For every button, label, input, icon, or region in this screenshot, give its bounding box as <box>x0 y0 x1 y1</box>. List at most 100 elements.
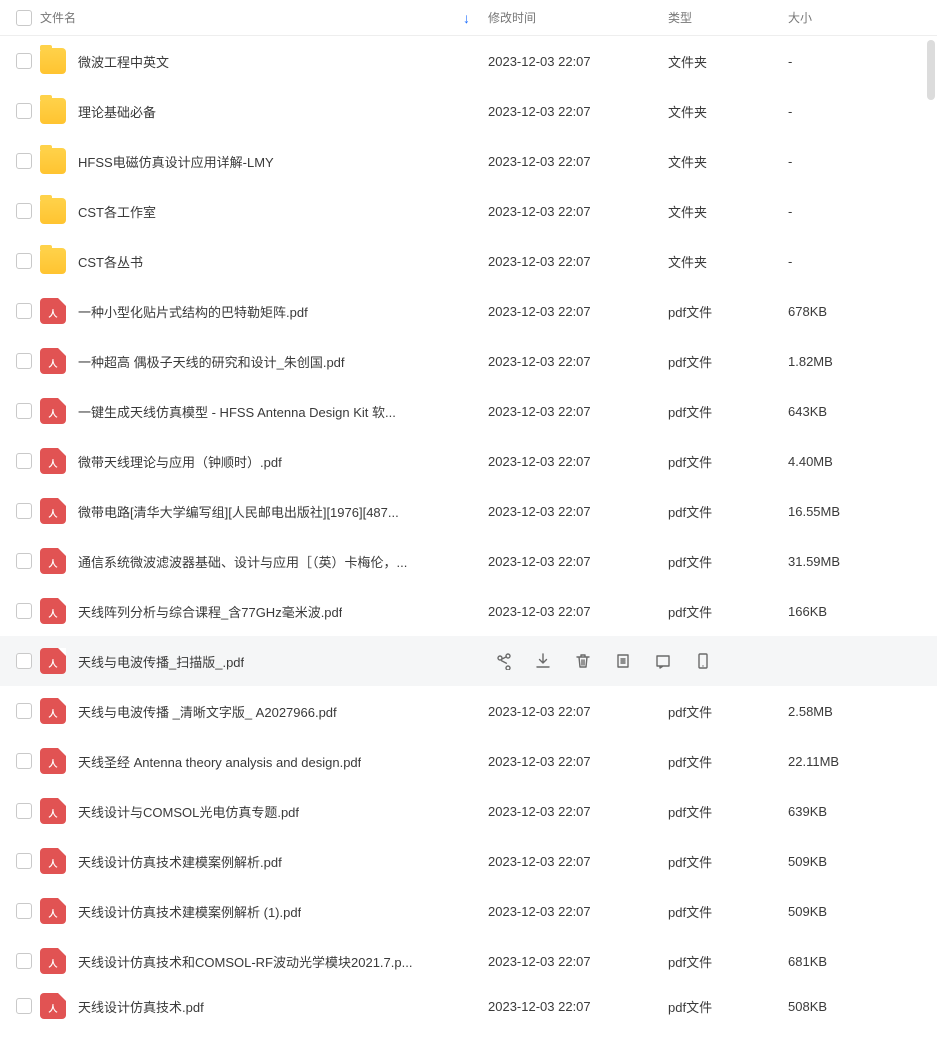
file-name[interactable]: 通信系统微波滤波器基础、设计与应用［（英）卡梅伦，... <box>78 552 407 571</box>
row-modified: 2023-12-03 22:07 <box>488 554 668 569</box>
file-name[interactable]: 天线设计仿真技术和COMSOL-RF波动光学模块2021.7.p... <box>78 952 412 971</box>
row-checkbox[interactable] <box>16 953 32 969</box>
row-modified: 2023-12-03 22:07 <box>488 804 668 819</box>
file-name[interactable]: 天线圣经 Antenna theory analysis and design.… <box>78 752 361 771</box>
file-name[interactable]: 微带电路[清华大学编写组][人民邮电出版社][1976][487... <box>78 502 399 521</box>
row-modified: 2023-12-03 22:07 <box>488 854 668 869</box>
pdf-glyph: 人 <box>48 507 57 520</box>
row-checkbox[interactable] <box>16 503 32 519</box>
table-row[interactable]: 人天线设计仿真技术建模案例解析.pdf2023-12-03 22:07pdf文件… <box>0 836 937 886</box>
file-name[interactable]: HFSS电磁仿真设计应用详解-LMY <box>78 152 274 171</box>
file-name[interactable]: 天线设计仿真技术.pdf <box>78 997 204 1016</box>
row-checkbox[interactable] <box>16 998 32 1014</box>
row-type: pdf文件 <box>668 902 788 921</box>
table-row[interactable]: 微波工程中英文2023-12-03 22:07文件夹- <box>0 36 937 86</box>
table-row[interactable]: 人天线阵列分析与综合课程_含77GHz毫米波.pdf2023-12-03 22:… <box>0 586 937 636</box>
header-name[interactable]: 文件名 ↓ <box>40 9 488 26</box>
row-size: 31.59MB <box>788 554 908 569</box>
file-name[interactable]: 天线与电波传播 _清晰文字版_ A2027966.pdf <box>78 702 337 721</box>
table-row[interactable]: HFSS电磁仿真设计应用详解-LMY2023-12-03 22:07文件夹- <box>0 136 937 186</box>
file-name[interactable]: CST各工作室 <box>78 202 156 221</box>
row-name-cell: 理论基础必备 <box>40 98 488 124</box>
table-row[interactable]: 人天线设计仿真技术建模案例解析 (1).pdf2023-12-03 22:07p… <box>0 886 937 936</box>
row-checkbox-cell <box>8 253 40 269</box>
pdf-glyph: 人 <box>48 357 57 370</box>
delete-icon[interactable] <box>574 652 592 670</box>
row-checkbox[interactable] <box>16 153 32 169</box>
table-row[interactable]: 人天线设计仿真技术.pdf2023-12-03 22:07pdf文件508KB <box>0 986 937 1026</box>
table-row[interactable]: 人微带天线理论与应用（钟顺时）.pdf2023-12-03 22:07pdf文件… <box>0 436 937 486</box>
table-row[interactable]: 人天线与电波传播 _清晰文字版_ A2027966.pdf2023-12-03 … <box>0 686 937 736</box>
file-name[interactable]: 天线设计与COMSOL光电仿真专题.pdf <box>78 802 299 821</box>
pdf-icon: 人 <box>40 648 66 674</box>
row-checkbox[interactable] <box>16 203 32 219</box>
select-all-checkbox[interactable] <box>16 10 32 26</box>
note-icon[interactable] <box>654 652 672 670</box>
share-icon[interactable] <box>494 652 512 670</box>
row-type: 文件夹 <box>668 202 788 221</box>
table-row[interactable]: 人微带电路[清华大学编写组][人民邮电出版社][1976][487...2023… <box>0 486 937 536</box>
pdf-icon: 人 <box>40 548 66 574</box>
row-checkbox[interactable] <box>16 603 32 619</box>
row-checkbox[interactable] <box>16 903 32 919</box>
table-row[interactable]: 人天线圣经 Antenna theory analysis and design… <box>0 736 937 786</box>
file-name[interactable]: 一种超高 偶极子天线的研究和设计_朱创国.pdf <box>78 352 345 371</box>
file-name[interactable]: 一键生成天线仿真模型 - HFSS Antenna Design Kit 软..… <box>78 402 396 421</box>
pdf-glyph: 人 <box>48 457 57 470</box>
file-name[interactable]: 天线设计仿真技术建模案例解析 (1).pdf <box>78 902 301 921</box>
row-checkbox[interactable] <box>16 303 32 319</box>
row-name-cell: 人天线设计仿真技术建模案例解析 (1).pdf <box>40 898 488 924</box>
file-name[interactable]: 一种小型化贴片式结构的巴特勒矩阵.pdf <box>78 302 308 321</box>
row-checkbox[interactable] <box>16 253 32 269</box>
table-row[interactable]: CST各工作室2023-12-03 22:07文件夹- <box>0 186 937 236</box>
pdf-glyph: 人 <box>48 957 57 970</box>
row-modified: 2023-12-03 22:07 <box>488 204 668 219</box>
file-name[interactable]: 微带天线理论与应用（钟顺时）.pdf <box>78 452 282 471</box>
row-name-cell: 人 微带天线理论与应用（钟顺时）.pdf <box>40 448 488 474</box>
sort-arrow-icon[interactable]: ↓ <box>463 10 470 26</box>
row-checkbox[interactable] <box>16 653 32 669</box>
table-row[interactable]: 人一键生成天线仿真模型 - HFSS Antenna Design Kit 软.… <box>0 386 937 436</box>
header-size-label: 大小 <box>788 9 812 26</box>
table-row[interactable]: 理论基础必备2023-12-03 22:07文件夹- <box>0 86 937 136</box>
row-name-cell: 人天线与电波传播_扫描版_.pdf <box>40 648 488 674</box>
row-modified: 2023-12-03 22:07 <box>488 904 668 919</box>
file-name[interactable]: CST各丛书 <box>78 252 143 271</box>
pdf-glyph: 人 <box>48 607 57 620</box>
row-checkbox[interactable] <box>16 453 32 469</box>
table-row[interactable]: 人天线设计与COMSOL光电仿真专题.pdf2023-12-03 22:07pd… <box>0 786 937 836</box>
row-checkbox[interactable] <box>16 553 32 569</box>
row-type: 文件夹 <box>668 152 788 171</box>
table-row[interactable]: 人天线设计仿真技术和COMSOL-RF波动光学模块2021.7.p...2023… <box>0 936 937 986</box>
header-modified[interactable]: 修改时间 <box>488 9 668 26</box>
file-name[interactable]: 天线设计仿真技术建模案例解析.pdf <box>78 852 282 871</box>
scrollbar-thumb[interactable] <box>927 40 935 100</box>
row-checkbox[interactable] <box>16 703 32 719</box>
mobile-icon[interactable] <box>694 652 712 670</box>
row-size: 639KB <box>788 804 908 819</box>
file-name[interactable]: 理论基础必备 <box>78 102 156 121</box>
file-name[interactable]: 微波工程中英文 <box>78 52 169 71</box>
table-row[interactable]: CST各丛书2023-12-03 22:07文件夹- <box>0 236 937 286</box>
table-row[interactable]: 人天线与电波传播_扫描版_.pdf <box>0 636 937 686</box>
row-checkbox[interactable] <box>16 103 32 119</box>
table-row[interactable]: 人通信系统微波滤波器基础、设计与应用［（英）卡梅伦，... 2023-12-03 … <box>0 536 937 586</box>
file-name[interactable]: 天线阵列分析与综合课程_含77GHz毫米波.pdf <box>78 602 342 621</box>
download-icon[interactable] <box>534 652 552 670</box>
table-row[interactable]: 人一种小型化贴片式结构的巴特勒矩阵.pdf2023-12-03 22:07pdf… <box>0 286 937 336</box>
copy-icon[interactable] <box>614 652 632 670</box>
row-name-cell: 微波工程中英文 <box>40 48 488 74</box>
row-checkbox[interactable] <box>16 403 32 419</box>
row-checkbox[interactable] <box>16 53 32 69</box>
row-checkbox[interactable] <box>16 853 32 869</box>
file-name[interactable]: 天线与电波传播_扫描版_.pdf <box>78 652 244 671</box>
row-checkbox[interactable] <box>16 753 32 769</box>
pdf-icon: 人 <box>40 993 66 1019</box>
row-checkbox[interactable] <box>16 353 32 369</box>
table-row[interactable]: 人一种超高 偶极子天线的研究和设计_朱创国.pdf2023-12-03 22:0… <box>0 336 937 386</box>
header-type[interactable]: 类型 <box>668 9 788 26</box>
header-size[interactable]: 大小 <box>788 9 908 26</box>
pdf-icon: 人 <box>40 448 66 474</box>
row-checkbox[interactable] <box>16 803 32 819</box>
pdf-icon: 人 <box>40 398 66 424</box>
